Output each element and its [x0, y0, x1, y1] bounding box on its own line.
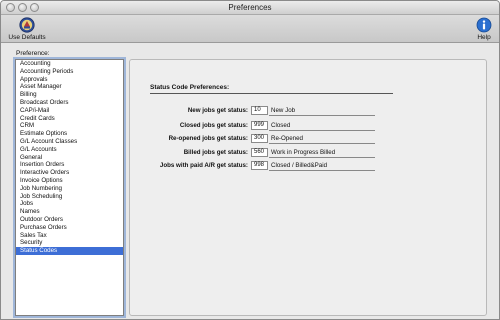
title-bar[interactable]: Preferences — [1, 1, 499, 15]
preference-list-item[interactable]: Job Numbering — [16, 185, 123, 193]
app-badge-icon — [19, 17, 35, 33]
preference-list-item[interactable]: Purchase Orders — [16, 224, 123, 232]
preference-list-item[interactable]: CAP/i-Mail — [16, 107, 123, 115]
panel-title-divider — [150, 93, 393, 94]
status-row: New jobs get status: 10 New Job — [130, 106, 488, 116]
status-description-underline — [269, 170, 375, 171]
preference-list[interactable]: Accounting Accounting Periods Approvals Ass… — [15, 59, 124, 316]
preference-list-item[interactable]: Job Scheduling — [16, 193, 123, 201]
preference-list-item[interactable]: G/L Account Classes — [16, 138, 123, 146]
status-description: Closed — [271, 122, 291, 129]
preference-list-item[interactable]: Security — [16, 239, 123, 247]
help-button[interactable]: Help — [473, 17, 495, 41]
preferences-content: Preference: Accounting Accounting Periods… — [1, 44, 499, 319]
help-label: Help — [477, 34, 491, 41]
status-description-underline — [269, 115, 375, 116]
status-row: Billed jobs get status: 560 Work in Progre… — [130, 148, 488, 158]
status-row-label: New jobs get status: — [187, 107, 248, 114]
window-title: Preferences — [228, 3, 272, 12]
status-description: Closed / Billed&Paid — [271, 162, 328, 169]
preference-list-item[interactable]: Outdoor Orders — [16, 216, 123, 224]
preference-list-label: Preference: — [16, 50, 50, 57]
use-defaults-label: Use Defaults — [8, 34, 46, 41]
toolbar: Use Defaults Help — [1, 15, 499, 43]
status-description-underline — [269, 130, 375, 131]
status-description: Work in Progress Billed — [271, 149, 336, 156]
status-row: Re-opened jobs get status: 300 Re-Opened — [130, 134, 488, 144]
status-description-underline — [269, 157, 375, 158]
status-code-input[interactable]: 300 — [251, 134, 268, 143]
preference-list-item[interactable]: Broadcast Orders — [16, 99, 123, 107]
status-code-input[interactable]: 999 — [251, 121, 268, 130]
preference-list-item[interactable]: General — [16, 154, 123, 162]
preference-list-item[interactable]: Invoice Options — [16, 177, 123, 185]
preference-list-item[interactable]: Status Codes — [16, 247, 123, 255]
panel-title: Status Code Preferences: — [150, 84, 230, 91]
preference-list-item[interactable]: Billing — [16, 91, 123, 99]
preference-list-item[interactable]: Jobs — [16, 200, 123, 208]
status-row: Closed jobs get status: 999 Closed — [130, 121, 488, 131]
preference-list-item[interactable]: Names — [16, 208, 123, 216]
preference-list-item[interactable]: Accounting — [16, 60, 123, 68]
status-code-panel: Status Code Preferences: New jobs get st… — [129, 59, 487, 316]
preference-list-item[interactable]: Asset Manager — [16, 83, 123, 91]
status-row-label: Jobs with paid A/R get status: — [159, 162, 248, 169]
status-row-label: Closed jobs get status: — [179, 122, 248, 129]
preferences-window: Preferences Use Defaults Help Preference… — [0, 0, 500, 320]
preference-list-item[interactable]: Interactive Orders — [16, 169, 123, 177]
preference-list-item[interactable]: Accounting Periods — [16, 68, 123, 76]
status-row: Jobs with paid A/R get status: 998 Closed … — [130, 161, 488, 171]
status-description: New Job — [271, 107, 296, 114]
preference-list-item[interactable]: CRM — [16, 122, 123, 130]
info-icon — [476, 17, 492, 33]
status-row-label: Re-opened jobs get status: — [168, 135, 248, 142]
preference-list-item[interactable]: Insertion Orders — [16, 161, 123, 169]
status-description: Re-Opened — [271, 135, 303, 142]
status-description-underline — [269, 143, 375, 144]
status-code-input[interactable]: 10 — [251, 106, 268, 115]
preference-list-item[interactable]: Credit Cards — [16, 115, 123, 123]
status-code-input[interactable]: 998 — [251, 161, 268, 170]
status-code-input[interactable]: 560 — [251, 148, 268, 157]
preference-list-item[interactable]: Estimate Options — [16, 130, 123, 138]
preference-list-item[interactable]: Sales Tax — [16, 232, 123, 240]
status-row-label: Billed jobs get status: — [183, 149, 248, 156]
preference-list-item[interactable]: Approvals — [16, 76, 123, 84]
use-defaults-button[interactable]: Use Defaults — [5, 17, 49, 41]
preference-list-item[interactable]: G/L Accounts — [16, 146, 123, 154]
